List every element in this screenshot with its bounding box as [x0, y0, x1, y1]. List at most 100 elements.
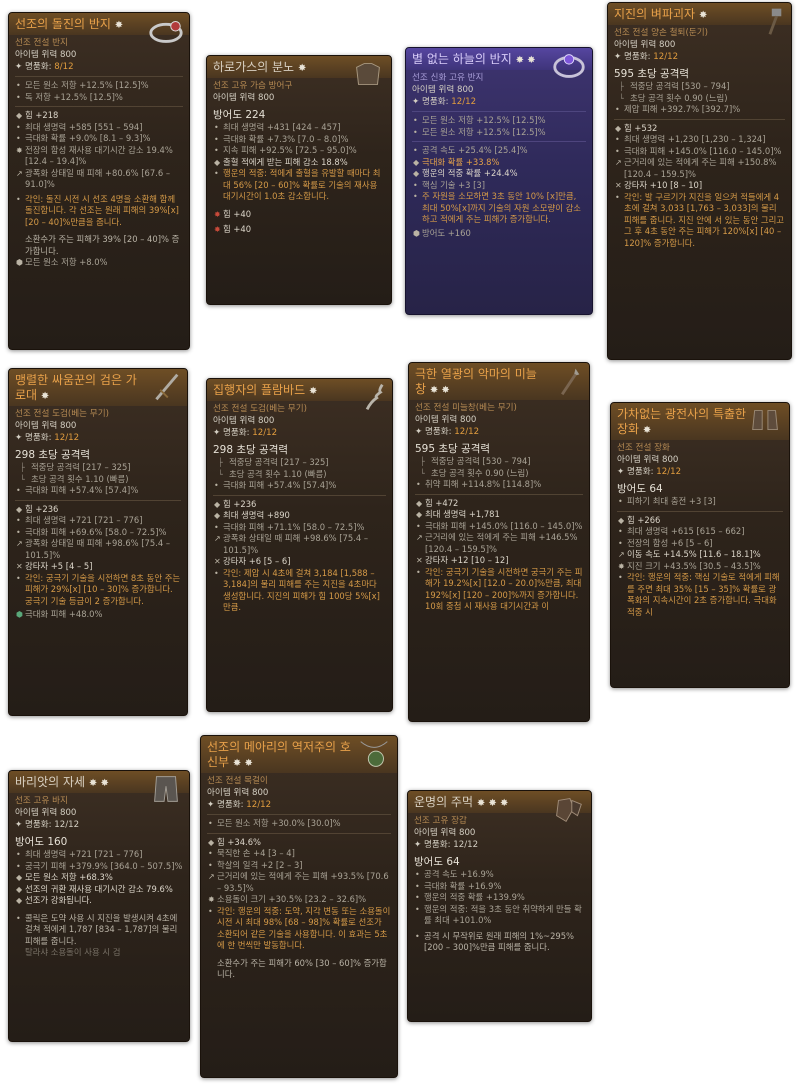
affix-row: • 최대 생명력 +615 [615 – 662] — [618, 526, 745, 536]
chest-armor-icon — [356, 63, 380, 85]
affix-row: • 학살의 일격 +2 [2 – 3] — [208, 859, 303, 870]
weapon-dps: 595 초당 공격력 — [415, 443, 491, 455]
flamberge-icon — [365, 383, 384, 411]
masterwork-rank: ✦ 명품화: 12/12 — [207, 800, 272, 810]
item-card-ancestral-charge-ring[interactable]: 선조의 돌진의 반지 ✸ 선조 전설 반지 아이템 위력 800 ✦ 명품화: … — [8, 12, 190, 350]
socket-row: ✸ 힘 +40 — [214, 208, 252, 219]
weapon-stat: ├ 적중당 공격력 [530 – 794] — [420, 456, 531, 466]
weapon-stat: └ 초당 공격 횟수 0.90 (느림) — [619, 92, 728, 103]
item-header: 지진의 벼파괴자 ✸ — [608, 3, 791, 35]
aspect-text: • 콜릭은 도약 사용 시 지진을 발생시켜 4초에 걸쳐 적에게 1,787 [… — [16, 912, 178, 946]
glaive-icon — [561, 368, 580, 396]
affix-row: • 지속 피해 +92.5% [72.5 – 95.0]% — [214, 145, 357, 155]
gem-icon: ✸ ✸ — [429, 385, 450, 396]
divider — [614, 118, 785, 120]
weapon-stat: └ 초당 공격 횟수 1.10 (빠름) — [218, 468, 327, 479]
item-header: 바리앗의 자세 ✸ ✸ — [9, 771, 189, 802]
weapon-dps: 298 초당 공격력 — [15, 449, 91, 461]
affix-row: ◆ 선조가 강화됩니다. — [16, 895, 92, 905]
affix-row: • 묵직한 손 +4 [3 – 4] — [208, 848, 295, 858]
ring-icon — [149, 21, 183, 43]
armor-value: 방어도 160 — [15, 836, 68, 848]
amulet-icon — [360, 741, 388, 767]
item-type: 선조 전설 장화 — [617, 443, 670, 453]
aspect-text: • 각인: 행운의 적중: 도약, 지각 변동 또는 소용돌이 시전 시 최대 9… — [208, 905, 391, 951]
gem-icon: ✸ ✸ — [88, 778, 109, 789]
socket-row: ✸ 힘 +40 — [214, 224, 252, 234]
item-power: 아이템 위력 800 — [15, 421, 77, 431]
bonus-text: 소환수가 주는 피해가 60% [30 – 60]% 증가합니다. — [217, 957, 387, 980]
item-card-tibault-stance[interactable]: 바리앗의 자세 ✸ ✸ 선조 고유 바지 아이템 위력 800 ✦ 명품화: 1… — [8, 770, 190, 1042]
affix-row: ◆ 최대 생명력 +890 — [214, 510, 290, 520]
item-header: 별 없는 하늘의 반지 ✸ ✸ — [406, 48, 592, 78]
divider — [207, 814, 391, 815]
armor-value: 방어도 64 — [617, 483, 663, 495]
gem-icon: ✸ — [114, 20, 124, 31]
affix-row: ◆ 선조의 귀환 재사용 대기시간 감소 79.6% — [16, 883, 173, 894]
aspect-text: • 각인: 돌진 시전 시 선조 4명을 소환해 함께 돌진합니다. 각 선조는 … — [16, 193, 179, 227]
masterwork-rank: ✦ 명품화: 12/12 — [15, 820, 80, 830]
affix-row: • 공격 속도 +25.4% [25.4]% — [413, 145, 528, 155]
ring-purple-icon — [553, 54, 585, 78]
implicit-affix: • 모든 원소 저항 +30.0% [30.0]% — [208, 818, 341, 828]
item-power: 아이템 위력 800 — [617, 455, 679, 465]
aspect-text: • 각인: 제압 시 4초에 걸쳐 3,184 [1,588 – 3,184]의 … — [214, 567, 380, 613]
item-power: 아이템 위력 800 — [414, 828, 476, 838]
affix-row: ↗ 이동 속도 +14.5% [11.6 – 18.1]% — [618, 549, 761, 559]
sword-icon — [155, 373, 179, 401]
gem-icon: ✸ ✸ ✸ — [476, 798, 509, 809]
affix-row: ◆ 최대 생명력 +1,781 — [416, 509, 500, 519]
item-type: 선조 전설 목걸이 — [207, 776, 268, 786]
item-header: 선조의 돌진의 반지 ✸ — [9, 13, 189, 43]
item-card-starless-skies-ring[interactable]: 별 없는 하늘의 반지 ✸ ✸ 선조 신화 고유 반지 아이템 위력 800 ✦… — [405, 47, 593, 315]
implicit-affix: • 독 저항 +12.5% [12.5]% — [16, 91, 123, 102]
implicit-affix: • 취약 피해 +114.8% [114.8]% — [416, 479, 542, 489]
item-power: 아이템 위력 800 — [412, 85, 474, 95]
item-card-executioner-flamberge[interactable]: 집행자의 플람바드 ✸ 선조 전설 도검(베는 무기) 아이템 위력 800 ✦… — [206, 378, 393, 712]
item-card-earthquake-maul[interactable]: 지진의 벼파괴자 ✸ 선조 전설 양손 철퇴(둔기) 아이템 위력 800 ✦ … — [607, 2, 792, 360]
divider — [412, 141, 586, 142]
weapon-dps: 595 초당 공격력 — [614, 68, 690, 80]
item-card-demon-glaive[interactable]: 극한 열광의 악마의 미늘창 ✸ ✸ 선조 전설 미늘창(베는 무기) 아이템 … — [408, 362, 590, 722]
item-card-fists-of-fate[interactable]: 운명의 주먹 ✸ ✸ ✸ 선조 고유 장갑 아이템 위력 800 ✦ 명품화: … — [407, 790, 592, 1022]
gem-icon: ✸ ✸ — [515, 55, 536, 66]
affix-row: ✸ 지진 크기 +43.5% [30.5 – 43.5]% — [618, 560, 761, 571]
aspect-text: • 행운의 적중: 적에게 출혈을 유발할 때마다 최대 56% [20 – 60… — [214, 168, 381, 201]
masterwork-rank: ✦ 명품화: 12/12 — [614, 52, 679, 62]
affix-row: ◆ 힘 +532 — [615, 122, 658, 133]
masterwork-rank: ✦ 명품화: 12/12 — [213, 428, 278, 438]
pants-icon — [154, 776, 178, 802]
implicit-affix: • 모든 원소 저항 +12.5% [12.5]% — [16, 80, 149, 90]
gem-icon: ✸ — [297, 63, 307, 74]
affix-row: ✕ 강타자 +6 [5 – 6] — [214, 556, 291, 566]
affix-row: • 행운의 적중: 적을 3초 동안 취약하게 만들 확률 최대 +101.0% — [415, 903, 582, 926]
weapon-stat: ├ 적중당 공격력 [530 – 794] — [619, 81, 730, 91]
aspect-text: • 각인: 궁극기 기술을 시전하면 8초 동안 주는 피해가 29%[x] [1… — [16, 572, 181, 606]
affix-row: • 극대화 피해 +71.1% [58.0 – 72.5]% — [214, 521, 365, 532]
aspect-text: • 각인: 궁극기 기술을 시전하면 궁극기 주는 피해가 19.2%[x] [1… — [416, 566, 583, 612]
divider — [207, 832, 391, 834]
item-type: 선조 전설 미늘창(베는 무기) — [415, 403, 517, 413]
affix-row: ◆ 힘 +236 — [214, 498, 257, 509]
masterwork-rank: ✦ 명품화: 8/12 — [15, 62, 74, 72]
item-card-harogath-fury[interactable]: 하로가스의 분노 ✸ 선조 고유 가슴 방어구 아이템 위력 800 방어도 2… — [206, 55, 392, 305]
affix-row: • 최대 생명력 +721 [721 – 776] — [16, 515, 143, 525]
affix-row: ✕ 강타자 +10 [8 – 10] — [615, 180, 703, 190]
divider — [15, 76, 183, 77]
implicit-affix: • 제압 피해 +392.7% [392.7]% — [615, 104, 741, 114]
item-card-fierce-brawler-sword[interactable]: 맹렬한 싸움꾼의 검은 가로대 ✸ 선조 전설 도검(베는 무기) 아이템 위력… — [8, 368, 188, 716]
item-header: 하로가스의 분노 ✸ — [207, 56, 391, 85]
item-header: 가차없는 광전사의 특출한 장화 ✸ — [611, 403, 789, 440]
item-power: 아이템 위력 800 — [213, 93, 275, 103]
item-header: 집행자의 플람바드 ✸ — [207, 379, 392, 411]
item-card-berserker-boots[interactable]: 가차없는 광전사의 특출한 장화 ✸ 선조 전설 장화 아이템 위력 800 ✦… — [610, 402, 790, 688]
weapon-stat: └ 초당 공격 횟수 1.10 (빠름) — [20, 473, 129, 484]
item-card-ancestral-echo-amulet[interactable]: 선조의 메아리의 역저주의 호신부 ✸ ✸ 선조 전설 목걸이 아이템 위력 8… — [200, 735, 398, 1078]
item-power: 아이템 위력 800 — [15, 50, 77, 60]
item-power: 아이템 위력 800 — [207, 788, 269, 798]
masterwork-rank: ✦ 명품화: 12/12 — [15, 433, 80, 443]
affix-row: ◆ 행운의 적중 확률 +24.4% — [413, 168, 518, 178]
weapon-dps: 298 초당 공격력 — [213, 444, 289, 456]
gem-icon: ✸ — [308, 386, 318, 397]
item-type: 선조 전설 도검(베는 무기) — [15, 409, 109, 419]
